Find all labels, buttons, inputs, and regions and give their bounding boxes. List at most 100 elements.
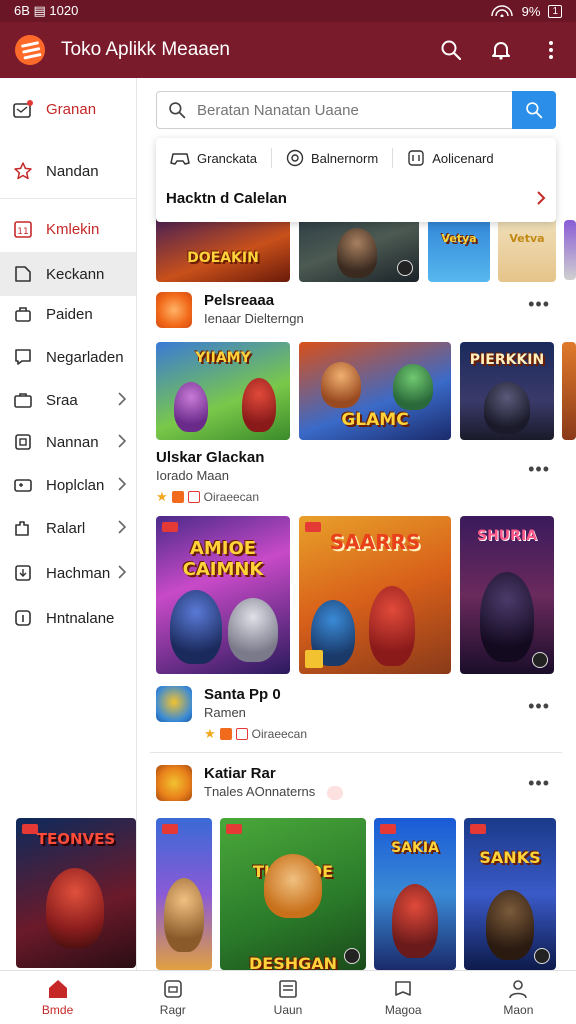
- game-thumbnail[interactable]: SAARRS: [299, 516, 451, 674]
- more-horiz-icon[interactable]: •••: [528, 459, 550, 480]
- sidebar-item-keckann[interactable]: Keckann: [0, 252, 136, 296]
- suggestion-chip[interactable]: Granckata: [156, 148, 272, 168]
- sidebar-item-label: Granan: [46, 100, 97, 118]
- suggestion-chip-label: Aolicenard: [432, 150, 494, 166]
- search-button[interactable]: [426, 22, 476, 78]
- nav-home[interactable]: Bmde: [0, 971, 115, 1024]
- app-rating-label: Oiraeecan: [203, 490, 260, 504]
- app-logo-icon[interactable]: [15, 35, 45, 65]
- sidebar-item-label: Hoplclan: [46, 476, 105, 494]
- game-thumbnail-title: AMIOE CAIMNK: [182, 538, 264, 580]
- game-thumbnail-partial[interactable]: [564, 220, 576, 280]
- star-icon: ★: [204, 726, 216, 741]
- more-horiz-icon[interactable]: •••: [528, 294, 550, 315]
- nav-profile[interactable]: Maon: [461, 971, 576, 1024]
- thumbnail-tag: [162, 824, 178, 834]
- app-listing[interactable]: Katiar Rar Tnales AOnnaterns •••: [156, 765, 556, 801]
- sidebar-item-hachman[interactable]: Hachman: [0, 553, 136, 593]
- app-icon: [156, 765, 192, 801]
- content-rating-icon: [187, 491, 200, 503]
- game-thumbnail[interactable]: SANKS: [464, 818, 556, 970]
- sidebar-item-granan[interactable]: Granan: [0, 89, 136, 129]
- search-submit-button[interactable]: [512, 91, 556, 129]
- sidebar-item-label: Keckann: [46, 265, 105, 283]
- nav-label: Ragr: [159, 1003, 186, 1017]
- nav-books[interactable]: Magoa: [346, 971, 461, 1024]
- sidebar-item-kmlekin[interactable]: 11 Kmlekin: [0, 209, 136, 249]
- suggestion-link[interactable]: Hacktn d Calelan: [156, 178, 556, 218]
- more-vert-icon: [549, 41, 553, 59]
- sidebar-item-label: Hntnalane: [46, 609, 115, 627]
- app-listing[interactable]: Pelsreaaa Ienaar Dielterngn •••: [156, 292, 556, 328]
- game-thumbnail-partial[interactable]: [562, 342, 576, 440]
- suggestion-chip-label: Granckata: [197, 150, 257, 166]
- more-horiz-icon[interactable]: •••: [528, 696, 550, 717]
- nav-label: Magoa: [384, 1003, 422, 1017]
- app-listing[interactable]: Ulskar Glackan Iorado Maan ★ Oiraeecan •…: [156, 449, 556, 505]
- sidebar-promo-thumbnail[interactable]: TEONVES: [16, 818, 136, 968]
- svg-text:11: 11: [17, 227, 28, 237]
- nav-apps[interactable]: Ragr: [115, 971, 230, 1024]
- sidebar-item-paiden[interactable]: Paiden: [0, 294, 136, 334]
- download-icon: [0, 563, 46, 583]
- nav-library[interactable]: Uaun: [230, 971, 345, 1024]
- content-rating-icon: [235, 728, 248, 740]
- app-rating-label: Oiraeecan: [251, 727, 308, 741]
- sidebar-item-sraa[interactable]: Sraa: [0, 380, 136, 420]
- thumbnail-character: [228, 598, 278, 662]
- game-thumbnail[interactable]: AMIOE CAIMNK: [156, 516, 290, 674]
- chevron-right-icon: [118, 565, 127, 583]
- play-badge-icon: [344, 948, 360, 964]
- chevron-right-icon: [118, 392, 127, 410]
- search-input[interactable]: [197, 101, 512, 119]
- bottom-navigation: Bmde Ragr Uaun Magoa Maon: [0, 970, 576, 1024]
- sidebar-item-hoplclan[interactable]: Hoplclan: [0, 465, 136, 505]
- promo-character: [46, 868, 104, 948]
- editor-badge-icon: [219, 728, 232, 740]
- book-icon: [395, 981, 412, 996]
- app-listing[interactable]: Santa Pp 0 Ramen ★ Oiraeecan •••: [156, 686, 556, 742]
- game-thumbnail[interactable]: SHURIA: [460, 516, 554, 674]
- sidebar-item-nannan[interactable]: Nannan: [0, 422, 136, 462]
- status-bar: 6B ▤ 1020 9% 1: [0, 0, 576, 22]
- game-thumbnail[interactable]: SAKIA: [374, 818, 456, 970]
- sidebar: Granan Nandan 11 Kmlekin Keckann Paiden …: [0, 78, 137, 970]
- game-thumbnail[interactable]: GLAMC: [299, 342, 451, 440]
- game-thumbnail[interactable]: [156, 818, 212, 970]
- game-thumbnail[interactable]: TKONIOE DESHGAN: [220, 818, 366, 970]
- sidebar-item-ralarl[interactable]: Ralarl: [0, 508, 136, 548]
- game-thumbnail[interactable]: YIIAMY: [156, 342, 290, 440]
- sidebar-item-label: Hachman: [46, 564, 111, 582]
- ad-badge-icon: [326, 785, 343, 800]
- play-badge-icon: [397, 260, 413, 276]
- status-time: 6B ▤ 1020: [14, 3, 79, 18]
- notifications-button[interactable]: [476, 22, 526, 78]
- search-bar: [156, 91, 556, 129]
- tablet-icon: [0, 432, 46, 452]
- app-developer: Ienaar Dielterngn: [204, 311, 304, 326]
- search-icon: [441, 40, 462, 61]
- suggestion-chip[interactable]: Balnernorm: [272, 148, 394, 168]
- sidebar-item-negarladen[interactable]: Negarladen: [0, 337, 136, 377]
- chevron-right-icon: [537, 191, 546, 205]
- app-name: Katiar Rar: [204, 765, 276, 782]
- more-horiz-icon[interactable]: •••: [528, 773, 550, 794]
- app-meta: Ulskar Glackan Iorado Maan ★ Oiraeecan: [156, 449, 264, 505]
- nav-label: Bmde: [41, 1003, 74, 1017]
- app-developer: Iorado Maan: [156, 468, 229, 483]
- star-icon: ★: [156, 489, 168, 504]
- game-thumbnail-title: GLAMC: [341, 410, 409, 430]
- chevron-right-icon: [118, 477, 127, 495]
- thumbnail-character: [480, 572, 534, 662]
- suggestion-chips: Granckata Balnernorm Aolicenard: [156, 138, 556, 178]
- thumbnail-character: [174, 382, 208, 432]
- thumbnail-character: [337, 228, 377, 278]
- game-thumbnail[interactable]: PIERKKIN: [460, 342, 554, 440]
- app-title: Toko Aplikk Meaaen: [61, 39, 230, 60]
- game-thumbnail-title: Vetya: [441, 232, 477, 245]
- sidebar-item-hntnalane[interactable]: Hntnalane: [0, 598, 136, 638]
- app-name: Santa Pp 0: [204, 686, 281, 703]
- more-options-button[interactable]: [526, 22, 576, 78]
- suggestion-chip[interactable]: Aolicenard: [393, 148, 507, 168]
- sidebar-item-nandan[interactable]: Nandan: [0, 151, 136, 191]
